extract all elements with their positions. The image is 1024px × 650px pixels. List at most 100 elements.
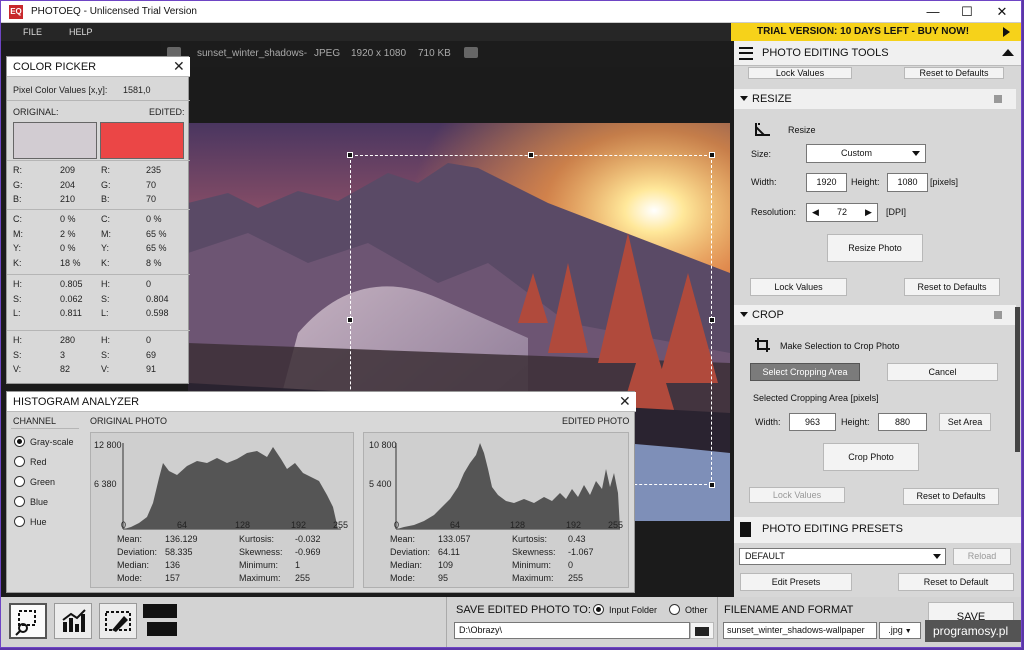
reload-button[interactable]: Reload — [953, 548, 1011, 565]
resize-photo-button[interactable]: Resize Photo — [827, 234, 923, 262]
original-stat: Mean: — [117, 534, 143, 544]
channel-radio-gray-scale[interactable] — [14, 436, 25, 447]
channel-radio-green[interactable] — [14, 476, 25, 487]
size-label: Size: — [751, 149, 772, 159]
select-cropping-area-button[interactable]: Select Cropping Area — [750, 363, 860, 381]
value-key-original: B: — [13, 194, 22, 204]
crop-section-header[interactable]: CROP — [734, 305, 1016, 325]
edited-tick-192: 192 — [566, 520, 582, 530]
crop-height-input[interactable]: 880 — [878, 413, 927, 431]
compare-view-button[interactable] — [143, 604, 177, 638]
channel-radio-blue[interactable] — [14, 496, 25, 507]
color-picker-header[interactable]: COLOR PICKER ✕ — [7, 57, 190, 77]
value-edited: 91 — [146, 364, 157, 374]
presets-icon — [740, 522, 751, 537]
section-toggle-icon[interactable] — [994, 311, 1002, 319]
selection-tool-button[interactable] — [9, 603, 47, 639]
single-view-icon — [147, 622, 177, 636]
value-original: 0.062 — [60, 293, 83, 304]
value-key-original: S: — [13, 293, 22, 304]
width-input[interactable]: 1920 — [806, 173, 847, 192]
height-input[interactable]: 1080 — [887, 173, 928, 192]
presets-select[interactable]: DEFAULT — [739, 548, 946, 565]
increment-icon[interactable]: ▶ — [865, 204, 872, 221]
crop-subtitle: Make Selection to Crop Photo — [780, 341, 900, 351]
file-dimensions: 1920 x 1080 — [351, 48, 407, 59]
edit-presets-button[interactable]: Edit Presets — [740, 573, 852, 591]
edited-photo-label: EDITED PHOTO — [562, 416, 630, 426]
crop-handle-tc[interactable] — [528, 152, 534, 158]
input-folder-radio[interactable] — [593, 604, 604, 615]
resize-section-header[interactable]: RESIZE — [734, 89, 1016, 109]
pixel-values-label: Pixel Color Values [x,y]: — [13, 85, 108, 95]
file-info-bar: sunset_winter_shadows- JPEG 1920 x 1080 … — [161, 41, 731, 67]
camera-edit-icon[interactable] — [464, 47, 478, 58]
value-key-edited: C: — [101, 214, 110, 224]
filename-input[interactable]: sunset_winter_shadows-wallpaper — [723, 622, 877, 639]
crop-handle-tl[interactable] — [347, 152, 353, 158]
original-stat: Minimum: — [239, 560, 279, 570]
edited-histogram: 10 800 5 400 0 64 128 192 255 Mean: 133.0… — [363, 432, 629, 588]
edited-stat: 0 — [568, 560, 574, 570]
value-edited: 0 — [146, 335, 152, 345]
format-select[interactable]: .jpg ▼ — [879, 622, 921, 639]
presets-header[interactable]: PHOTO EDITING PRESETS — [734, 517, 1021, 543]
browse-folder-button[interactable] — [690, 622, 714, 639]
tools-panel-header[interactable]: PHOTO EDITING TOOLS — [734, 41, 1021, 66]
collapse-up-icon[interactable] — [1002, 49, 1014, 56]
cancel-button[interactable]: Cancel — [887, 363, 998, 381]
close-icon[interactable]: ✕ — [173, 58, 185, 75]
reset-to-default-button[interactable]: Reset to Default — [898, 573, 1014, 591]
color-picker-tool-button[interactable] — [99, 603, 137, 639]
value-edited: 65 % — [146, 228, 167, 239]
edited-stat: 64.11 — [438, 547, 460, 557]
original-stat: 136.129 — [165, 534, 198, 544]
original-histogram: 12 800 6 380 0 64 128 192 255 Mean: 136.1… — [90, 432, 354, 588]
edited-y-max: 10 800 — [369, 440, 397, 450]
reset-defaults-button[interactable]: Reset to Defaults — [904, 278, 1000, 296]
close-icon[interactable]: ✕ — [619, 393, 631, 410]
channel-radio-red[interactable] — [14, 456, 25, 467]
value-edited: 0.598 — [146, 308, 169, 318]
edited-stat: 109 — [438, 560, 454, 570]
reset-defaults-top-button[interactable]: Reset to Defaults — [904, 67, 1004, 79]
edited-stat: Mode: — [390, 573, 416, 583]
crop-handle-ml[interactable] — [347, 317, 353, 323]
crop-handle-tr[interactable] — [709, 152, 715, 158]
other-folder-radio[interactable] — [669, 604, 680, 615]
lock-values-crop-button[interactable]: Lock Values — [749, 487, 845, 503]
histogram-header[interactable]: HISTOGRAM ANALYZER ✕ — [7, 392, 636, 412]
minimize-icon[interactable]: — — [915, 1, 951, 23]
histogram-tool-button[interactable] — [54, 603, 92, 639]
maximize-icon[interactable]: ☐ — [949, 1, 985, 23]
edited-stat: 255 — [568, 573, 584, 583]
menu-help[interactable]: HELP — [69, 27, 93, 37]
original-tick-128: 128 — [235, 520, 251, 530]
crop-handle-br[interactable] — [709, 482, 715, 488]
save-path-input[interactable]: D:\Obrazy\ — [454, 622, 690, 639]
menu-file[interactable]: FILE — [23, 27, 42, 37]
crop-width-input[interactable]: 963 — [789, 413, 836, 431]
original-photo-label: ORIGINAL PHOTO — [90, 416, 168, 426]
value-original: 0 % — [60, 214, 76, 224]
edited-tick-128: 128 — [510, 520, 526, 530]
size-select[interactable]: Custom — [806, 144, 926, 163]
lock-values-button[interactable]: Lock Values — [750, 278, 847, 296]
lock-values-top-button[interactable]: Lock Values — [748, 67, 852, 79]
histogram-title: HISTOGRAM ANALYZER — [13, 396, 140, 408]
crop-handle-mr[interactable] — [709, 317, 715, 323]
resolution-stepper[interactable]: ◀ 72 ▶ — [806, 203, 878, 222]
crop-photo-button[interactable]: Crop Photo — [823, 443, 919, 471]
section-toggle-icon[interactable] — [994, 95, 1002, 103]
decrement-icon[interactable]: ◀ — [812, 204, 819, 221]
set-area-button[interactable]: Set Area — [939, 413, 991, 431]
bottom-bar: SAVE EDITED PHOTO TO: Input Folder Other… — [1, 597, 1021, 647]
trial-banner[interactable]: TRIAL VERSION: 10 DAYS LEFT - BUY NOW! — [731, 23, 1021, 41]
close-icon[interactable]: ✕ — [984, 1, 1020, 23]
tools-scrollbar[interactable] — [1015, 307, 1020, 452]
play-arrow-icon — [1003, 27, 1010, 37]
channel-radio-hue[interactable] — [14, 516, 25, 527]
reset-defaults-crop-button[interactable]: Reset to Defaults — [903, 488, 999, 505]
file-size: 710 KB — [418, 48, 451, 59]
value-original: 0.805 — [60, 279, 83, 289]
